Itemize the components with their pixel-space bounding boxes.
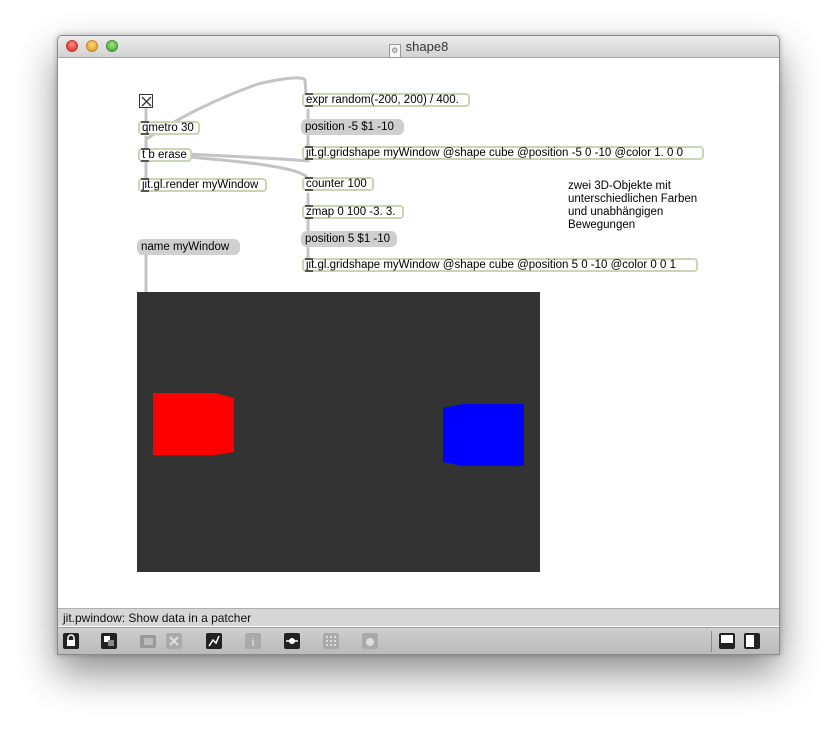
expr-object[interactable]: expr random(-200, 200) / 400.	[302, 93, 470, 107]
comment-line: zwei 3D-Objekte mit	[568, 180, 671, 192]
patcher-window: ⚙ shape8 qmetro 30 t b erase jit.gl.rend…	[57, 35, 780, 655]
comment-line: Bewegungen	[568, 219, 636, 231]
status-bar: jit.pwindow: Show data in a patcher	[58, 608, 779, 626]
clipboard-icon[interactable]	[139, 632, 157, 650]
qmetro-object[interactable]: qmetro 30	[138, 121, 200, 135]
jit-pwindow[interactable]	[137, 292, 540, 572]
lock-icon[interactable]	[62, 632, 80, 650]
name-message[interactable]: name myWindow	[137, 239, 240, 255]
title-bar[interactable]: ⚙ shape8	[58, 36, 779, 58]
trigger-object[interactable]: t b erase	[138, 148, 192, 162]
window-title-group: ⚙ shape8	[58, 39, 779, 58]
debug-icon[interactable]	[361, 632, 379, 650]
toggle-x-icon	[141, 96, 152, 107]
presentation-icon[interactable]	[100, 632, 118, 650]
gridshape-object-2[interactable]: jit.gl.gridshape myWindow @shape cube @p…	[302, 258, 698, 272]
jit-gl-render-object[interactable]: jit.gl.render myWindow	[138, 178, 267, 192]
inspector-icon[interactable]: i	[244, 632, 262, 650]
red-cube	[153, 393, 524, 466]
bottom-panel-icon[interactable]	[718, 632, 736, 650]
comment: zwei 3D-Objekte mit unterschiedlichen Fa…	[568, 180, 697, 232]
delete-icon[interactable]	[165, 632, 183, 650]
comment-line: unterschiedlichen Farben	[568, 193, 698, 205]
window-title: shape8	[405, 39, 449, 54]
slider-icon[interactable]	[283, 632, 301, 650]
zmap-object[interactable]: zmap 0 100 -3. 3.	[302, 205, 404, 219]
toggle[interactable]	[139, 94, 153, 108]
patcher-file-icon: ⚙	[388, 44, 401, 58]
patcher-canvas[interactable]: qmetro 30 t b erase jit.gl.render myWind…	[58, 58, 779, 608]
gridshape-object-1[interactable]: jit.gl.gridshape myWindow @shape cube @p…	[302, 146, 704, 160]
comment-line: und unabhängigen	[568, 206, 664, 218]
position-message-1[interactable]: position -5 $1 -10	[301, 119, 404, 135]
patcher-toolbar: i	[58, 627, 779, 654]
grid-icon[interactable]	[322, 632, 340, 650]
counter-object[interactable]: counter 100	[302, 177, 374, 191]
svg-text:i: i	[251, 636, 254, 649]
position-message-2[interactable]: position 5 $1 -10	[301, 231, 397, 247]
new-object-icon[interactable]	[205, 632, 223, 650]
toolbar-separator	[711, 631, 712, 652]
side-panel-icon[interactable]	[743, 632, 761, 650]
